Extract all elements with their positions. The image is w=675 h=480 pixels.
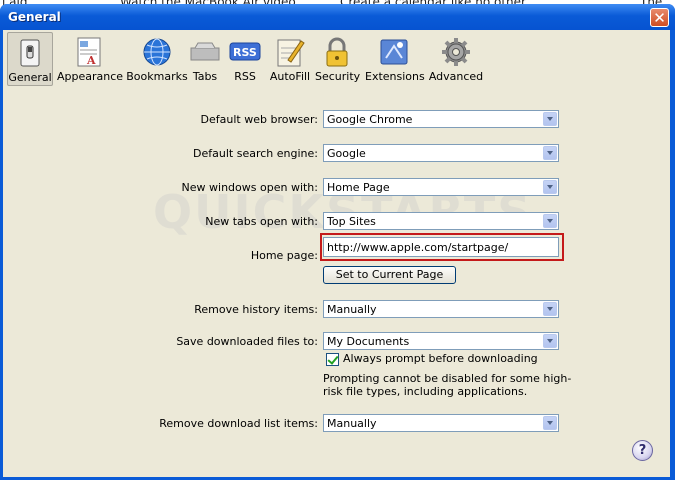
rss-icon: RSS [229, 42, 261, 61]
chevron-down-icon[interactable] [543, 334, 557, 348]
tab-label: General [8, 71, 52, 84]
chevron-down-icon[interactable] [543, 416, 557, 430]
always-prompt-checkbox[interactable] [326, 353, 339, 366]
chevron-down-icon[interactable] [543, 214, 557, 228]
always-prompt-label[interactable]: Always prompt before downloading [343, 352, 538, 365]
extensions-icon [380, 39, 408, 65]
chevron-down-icon[interactable] [543, 302, 557, 316]
tab-label: RSS [234, 70, 256, 83]
tab-label: Tabs [192, 70, 218, 83]
default-browser-label: Default web browser: [200, 113, 318, 126]
select-value: Google Chrome [327, 113, 413, 126]
window-title: General [8, 10, 61, 24]
remove-download-list-select[interactable]: Manually [323, 414, 559, 432]
new-windows-label: New windows open with: [181, 181, 318, 194]
tab-rss[interactable]: RSS RSS [227, 32, 263, 86]
close-button[interactable]: ✕ [650, 8, 669, 27]
search-engine-select[interactable]: Google [323, 144, 559, 162]
help-button[interactable]: ? [632, 440, 653, 461]
tab-label: Advanced [428, 70, 484, 83]
new-windows-row: New windows open with: Home Page [3, 178, 670, 198]
tab-tabs[interactable]: Tabs [189, 32, 221, 86]
tab-autofill[interactable]: AutoFill [269, 32, 311, 86]
remove-download-list-label: Remove download list items: [159, 417, 318, 430]
select-value: My Documents [327, 335, 410, 348]
select-value: Manually [327, 417, 377, 430]
tab-extensions[interactable]: Extensions [365, 32, 425, 86]
save-downloads-select[interactable]: My Documents [323, 332, 559, 350]
tab-label: Extensions [365, 70, 425, 83]
globe-icon [143, 38, 171, 66]
gear-icon [442, 38, 470, 66]
new-tabs-label: New tabs open with: [205, 215, 318, 228]
tab-appearance[interactable]: A Appearance [57, 32, 124, 86]
close-icon: ✕ [653, 9, 666, 27]
preferences-toolbar: General A Appearance Bookmarks Tabs RSS … [3, 30, 670, 88]
select-value: Home Page [327, 181, 390, 194]
title-bar[interactable]: General ✕ [0, 4, 675, 30]
tab-label: Security [315, 70, 361, 83]
new-windows-select[interactable]: Home Page [323, 178, 559, 196]
chevron-down-icon[interactable] [543, 180, 557, 194]
remove-history-label: Remove history items: [194, 303, 318, 316]
chevron-down-icon[interactable] [543, 146, 557, 160]
tabs-icon [190, 42, 220, 61]
select-value: Top Sites [327, 215, 376, 228]
default-browser-select[interactable]: Google Chrome [323, 110, 559, 128]
home-page-label: Home page: [250, 249, 318, 262]
rss-badge: RSS [233, 46, 257, 59]
remove-history-select[interactable]: Manually [323, 300, 559, 318]
tab-bookmarks[interactable]: Bookmarks [126, 32, 188, 86]
search-engine-row: Default search engine: Google [3, 144, 670, 164]
help-icon: ? [638, 443, 647, 458]
lock-icon [326, 37, 348, 67]
select-value: Manually [327, 303, 377, 316]
search-engine-label: Default search engine: [193, 147, 318, 160]
general-switch-icon [20, 39, 40, 67]
new-tabs-select[interactable]: Top Sites [323, 212, 559, 230]
tab-label: Bookmarks [126, 70, 188, 83]
tab-advanced[interactable]: Advanced [428, 32, 484, 86]
home-page-input[interactable] [323, 237, 559, 257]
new-tabs-row: New tabs open with: Top Sites [3, 212, 670, 232]
remove-download-list-row: Remove download list items: Manually [3, 414, 670, 434]
svg-text:A: A [86, 54, 96, 67]
chevron-down-icon[interactable] [543, 112, 557, 126]
appearance-icon: A [77, 37, 101, 67]
save-downloads-label: Save downloaded files to: [176, 335, 318, 348]
default-browser-row: Default web browser: Google Chrome [3, 110, 670, 130]
tab-general[interactable]: General [7, 32, 53, 86]
remove-history-row: Remove history items: Manually [3, 300, 670, 320]
select-value: Google [327, 147, 366, 160]
preferences-panel: QUICKSTARTS General A [3, 30, 670, 477]
autofill-pencil-icon [277, 39, 305, 67]
preferences-window: General ✕ QUICKSTARTS General [0, 4, 675, 480]
tab-label: Appearance [57, 70, 124, 83]
save-downloads-row: Save downloaded files to: My Documents [3, 332, 670, 352]
set-to-current-page-button[interactable]: Set to Current Page [323, 266, 456, 284]
tab-label: AutoFill [269, 70, 311, 83]
download-prompt-note: Prompting cannot be disabled for some hi… [323, 372, 572, 398]
tab-security[interactable]: Security [315, 32, 361, 86]
